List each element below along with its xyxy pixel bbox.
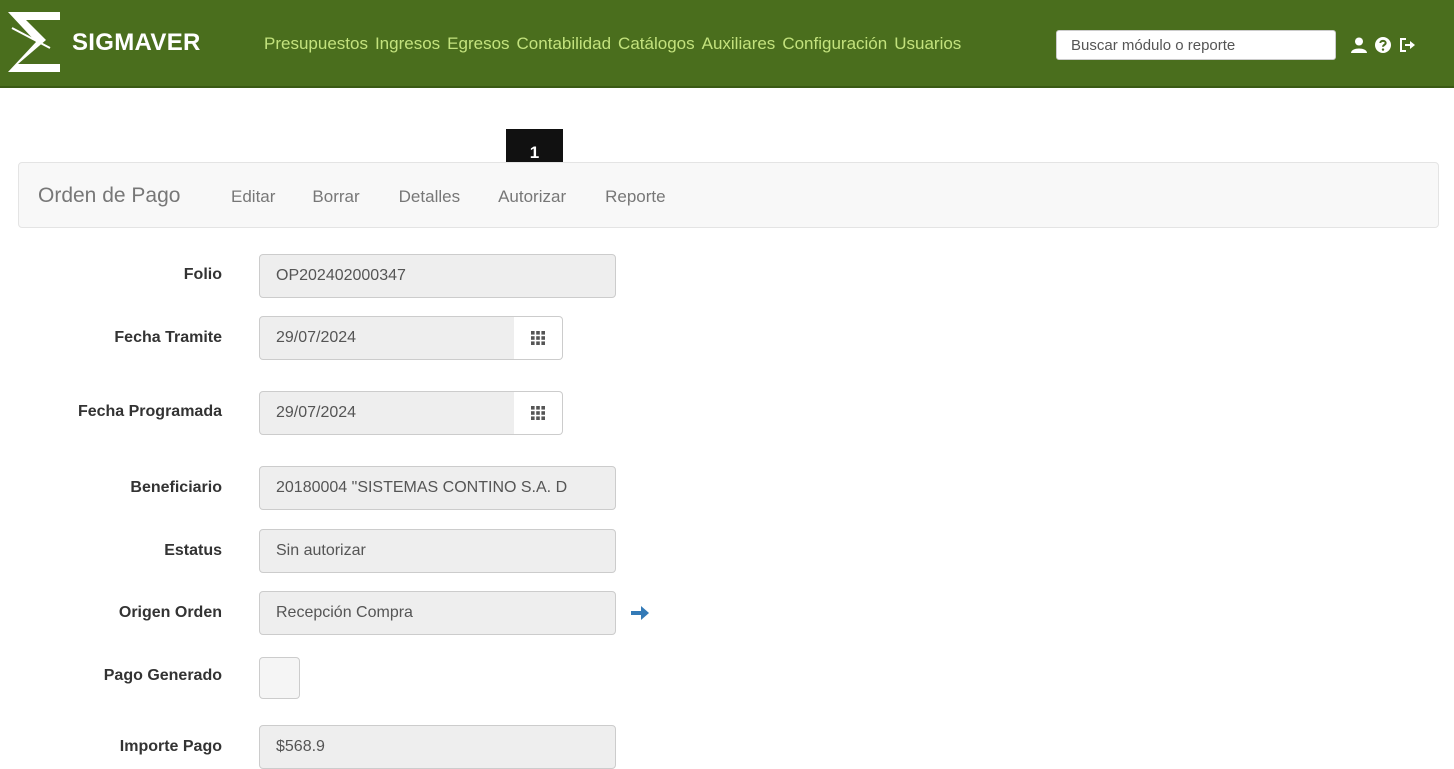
fecha-tramite-label: Fecha Tramite — [114, 329, 222, 346]
top-navbar: SIGMAVER Presupuestos Ingresos Egresos C… — [0, 0, 1454, 88]
estatus-label: Estatus — [164, 542, 222, 559]
arrow-right-icon[interactable] — [631, 606, 649, 620]
origen-orden-row: Origen Orden Recepción Compra — [0, 591, 900, 635]
page-title: Orden de Pago — [38, 184, 181, 207]
delete-link[interactable]: Borrar — [312, 187, 359, 207]
authorize-link[interactable]: Autorizar — [498, 187, 566, 207]
fecha-programada-row: Fecha Programada 29/07/2024 — [0, 391, 900, 435]
nav-item-ingresos[interactable]: Ingresos — [375, 34, 440, 54]
fecha-tramite-calendar-button[interactable] — [514, 316, 563, 360]
beneficiario-label: Beneficiario — [130, 479, 222, 496]
origen-orden-field[interactable]: Recepción Compra — [259, 591, 616, 635]
nav-item-catalogos[interactable]: Catálogos — [618, 34, 695, 54]
importe-pago-field[interactable]: $568.9 — [259, 725, 616, 769]
beneficiario-field[interactable]: 20180004 "SISTEMAS CONTINO S.A. D — [259, 466, 616, 510]
user-icon[interactable] — [1350, 36, 1368, 54]
calendar-grid-icon — [531, 406, 545, 420]
fecha-tramite-field[interactable]: 29/07/2024 — [259, 316, 515, 360]
details-link[interactable]: Detalles — [399, 187, 460, 207]
pago-generado-row: Pago Generado — [0, 657, 900, 701]
folio-field[interactable]: OP202402000347 — [259, 254, 616, 298]
beneficiario-row: Beneficiario 20180004 "SISTEMAS CONTINO … — [0, 466, 900, 510]
order-subnav: Orden de Pago Editar Borrar Detalles Aut… — [18, 162, 1439, 228]
nav-item-configuracion[interactable]: Configuración — [782, 34, 887, 54]
report-link[interactable]: Reporte — [605, 187, 665, 207]
fecha-programada-calendar-button[interactable] — [514, 391, 563, 435]
nav-item-presupuestos[interactable]: Presupuestos — [264, 34, 368, 54]
pago-generado-label: Pago Generado — [103, 667, 222, 684]
importe-pago-label: Importe Pago — [119, 738, 222, 755]
estatus-row: Estatus Sin autorizar — [0, 529, 900, 573]
edit-link[interactable]: Editar — [231, 187, 275, 207]
sigmaver-logo-icon — [8, 12, 60, 72]
nav-icon-group — [1350, 36, 1416, 54]
folio-row: Folio OP202402000347 — [0, 254, 900, 298]
pago-generado-checkbox[interactable] — [259, 657, 300, 699]
help-icon[interactable] — [1374, 36, 1392, 54]
estatus-field[interactable]: Sin autorizar — [259, 529, 616, 573]
search-input[interactable] — [1056, 30, 1336, 60]
nav-item-egresos[interactable]: Egresos — [447, 34, 509, 54]
fecha-programada-label: Fecha Programada — [77, 403, 222, 420]
badge-number: 1 — [529, 143, 540, 162]
nav-item-contabilidad[interactable]: Contabilidad — [517, 34, 612, 54]
main-menu: Presupuestos Ingresos Egresos Contabilid… — [264, 34, 961, 54]
logout-icon[interactable] — [1398, 36, 1416, 54]
brand[interactable]: SIGMAVER — [6, 8, 201, 78]
fecha-tramite-row: Fecha Tramite 29/07/2024 — [0, 316, 900, 360]
action-links: Editar Borrar Detalles Autorizar Reporte — [231, 187, 666, 207]
origen-orden-label: Origen Orden — [118, 604, 222, 621]
nav-item-auxiliares[interactable]: Auxiliares — [702, 34, 776, 54]
nav-item-usuarios[interactable]: Usuarios — [894, 34, 961, 54]
brand-name: SIGMAVER — [72, 29, 201, 56]
fecha-programada-field[interactable]: 29/07/2024 — [259, 391, 515, 435]
importe-pago-row: Importe Pago $568.9 — [0, 725, 900, 769]
folio-label: Folio — [183, 266, 222, 283]
calendar-grid-icon — [531, 331, 545, 345]
